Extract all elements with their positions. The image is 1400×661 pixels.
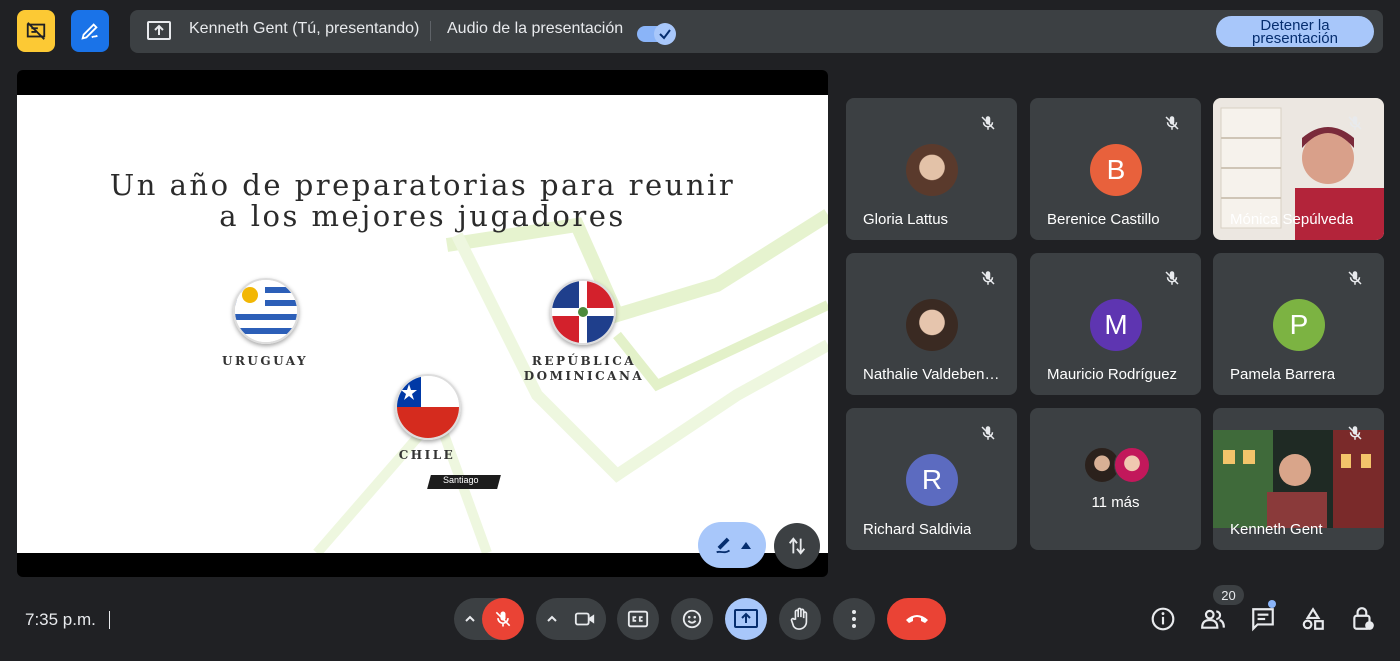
participant-name: Mónica Sepúlveda [1230, 211, 1354, 228]
dominican-republic-flag [550, 279, 616, 345]
pen-icon [81, 23, 98, 40]
annotate-button[interactable] [71, 10, 109, 52]
mic-off-icon [981, 116, 995, 130]
participant-name: Mauricio Rodríguez [1047, 366, 1178, 383]
check-icon [659, 29, 671, 40]
divider [430, 21, 431, 41]
video-camera-icon [574, 612, 595, 626]
mic-off-icon [1165, 116, 1179, 130]
hand-icon [790, 607, 808, 630]
raise-hand-button[interactable] [779, 598, 821, 640]
info-icon[interactable] [1150, 606, 1176, 632]
avatar-initial: B [1090, 144, 1142, 196]
more-participants-tile[interactable]: 11 más [1030, 408, 1201, 550]
dominicana-line-1: REPÚBLICA [531, 354, 637, 368]
divider [109, 611, 110, 629]
more-options-button[interactable] [833, 598, 875, 640]
captions-button[interactable] [617, 598, 659, 640]
dominicana-line-2: DOMINICANA [523, 369, 645, 383]
presentation-stage: Un año de preparatorias para reunir a lo… [17, 70, 828, 577]
participant-tile-video[interactable]: Mónica Sepúlveda [1213, 98, 1384, 240]
participant-tile-self[interactable]: Kenneth Gent [1213, 408, 1384, 550]
emoji-reactions-button[interactable] [671, 598, 713, 640]
swap-button[interactable] [774, 523, 820, 569]
chevron-up-icon[interactable] [464, 613, 476, 625]
avatar [906, 299, 958, 351]
chevron-up-icon[interactable] [546, 613, 558, 625]
participant-name: Berenice Castillo [1047, 211, 1160, 228]
country-dominican-republic: REPÚBLICA DOMINICANA [519, 354, 649, 384]
slide-title-line-1: Un año de preparatorias para reunir [109, 168, 736, 202]
mic-off-icon [1348, 426, 1362, 440]
closed-captions-icon [627, 610, 649, 628]
country-chile: CHILE [398, 448, 456, 462]
host-controls-icon[interactable] [1350, 606, 1376, 632]
avatar-initial: R [906, 454, 958, 506]
participant-name: Richard Saldivia [863, 521, 972, 538]
audio-toggle[interactable] [637, 23, 676, 45]
camera-toggle-button[interactable] [564, 598, 606, 640]
participant-tile[interactable]: Nathalie Valdeben… [846, 253, 1017, 395]
slide-background-pattern [313, 209, 828, 553]
chat-notification-dot [1268, 600, 1276, 608]
mic-off-icon [981, 271, 995, 285]
activities-icon[interactable] [1300, 606, 1326, 632]
mic-off-icon [1348, 116, 1362, 130]
participant-tile[interactable]: M Mauricio Rodríguez [1030, 253, 1201, 395]
slide-title-line-2: a los mejores jugadores [219, 199, 626, 233]
people-count: 20 [1221, 587, 1236, 603]
mic-off-icon [981, 426, 995, 440]
mic-off-icon [1165, 271, 1179, 285]
participant-name: Kenneth Gent [1230, 521, 1323, 538]
participant-name: Gloria Lattus [863, 211, 949, 228]
video-feed [1213, 430, 1384, 528]
mic-off-icon [1348, 271, 1362, 285]
present-screen-icon [147, 21, 171, 40]
hide-presentation-button[interactable] [17, 10, 55, 52]
participant-tile[interactable]: P Pamela Barrera [1213, 253, 1384, 395]
pen-squiggle-icon [716, 537, 731, 554]
participant-tile[interactable]: R Richard Saldivia [846, 408, 1017, 550]
participant-tile[interactable]: B Berenice Castillo [1030, 98, 1201, 240]
stop-label-2: presentación [1252, 29, 1338, 47]
more-count: 11 más [1091, 494, 1140, 511]
audio-label: Audio de la presentación [447, 20, 624, 37]
presenter-label: Kenneth Gent (Tú, presentando) [189, 20, 420, 37]
stop-presenting-button[interactable]: Detener la presentación [1216, 16, 1374, 47]
chat-icon[interactable] [1250, 606, 1276, 632]
present-screen-icon [734, 609, 758, 628]
chile-flag [395, 374, 461, 440]
country-uruguay: URUGUAY [221, 354, 309, 368]
participant-name: Nathalie Valdeben… [863, 366, 1000, 383]
leave-call-button[interactable] [887, 598, 946, 640]
hang-up-icon [905, 615, 928, 623]
more-vert-icon [852, 610, 856, 628]
participant-tile[interactable]: Gloria Lattus [846, 98, 1017, 240]
people-count-badge: 20 [1213, 585, 1244, 605]
toggle-knob [654, 23, 676, 45]
uruguay-flag [233, 278, 299, 344]
caret-up-icon [741, 542, 751, 549]
avatar-initial: P [1273, 299, 1325, 351]
mic-toggle-button[interactable] [482, 598, 524, 640]
santiago-label: Santiago [443, 475, 479, 485]
slide: Un año de preparatorias para reunir a lo… [17, 95, 828, 553]
mic-off-icon [495, 611, 511, 627]
avatar-initial: M [1090, 299, 1142, 351]
participant-name: Pamela Barrera [1230, 366, 1336, 383]
people-icon[interactable] [1200, 606, 1226, 632]
meeting-time: 7:35 p.m. [25, 610, 96, 629]
swap-arrows-icon [788, 537, 806, 555]
emoji-icon [682, 609, 702, 629]
avatar [1114, 447, 1150, 483]
audio-options-group [454, 598, 524, 640]
present-now-button[interactable] [725, 598, 767, 640]
no-slides-icon [26, 22, 46, 40]
reactions-button[interactable] [698, 522, 766, 568]
avatar [906, 144, 958, 196]
avatar-stack [1084, 447, 1150, 483]
video-options-group [536, 598, 606, 640]
